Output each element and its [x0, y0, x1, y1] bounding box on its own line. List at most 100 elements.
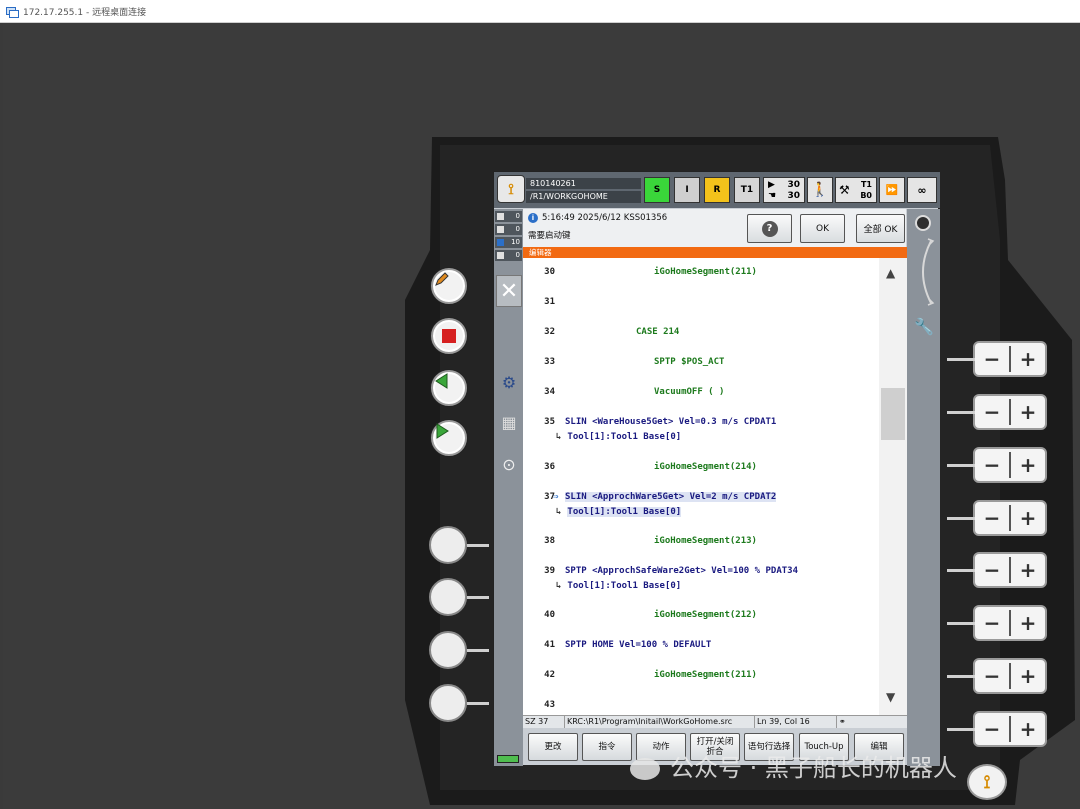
- softkey-motion[interactable]: 动作: [636, 733, 686, 761]
- code-line[interactable]: 31: [523, 297, 879, 311]
- softkey-commands[interactable]: 指令: [582, 733, 632, 761]
- jog-key-jog-override[interactable]: − +: [947, 711, 1047, 747]
- softkey-touch-up[interactable]: Touch-Up: [799, 733, 849, 761]
- code-line[interactable]: 39 SPTP <ApprochSafeWare2Get> Vel=100 % P…: [523, 566, 879, 596]
- jog-mode-status[interactable]: ⏩: [879, 177, 905, 203]
- softkey-fold[interactable]: 打开/关闭 折合: [690, 733, 740, 761]
- jog-key-a[interactable]: − +: [947, 500, 1047, 536]
- plus-icon[interactable]: +: [1011, 608, 1045, 638]
- jog-key-z[interactable]: − +: [947, 447, 1047, 483]
- line-number: 42: [544, 670, 555, 680]
- code-line[interactable]: 36 iGoHomeSegment(214): [523, 462, 879, 476]
- plus-icon[interactable]: +: [1011, 661, 1045, 691]
- code-line[interactable]: 30 iGoHomeSegment(211): [523, 267, 879, 281]
- tool-icon: ⚒: [839, 183, 850, 197]
- override-status[interactable]: ▶ ☚ 30 30: [763, 177, 805, 203]
- continuation-icon: ↳: [556, 432, 562, 442]
- jog-override: 30: [787, 191, 800, 201]
- close-icon: ✕: [499, 278, 519, 304]
- navigator-button[interactable]: ⚙: [496, 369, 522, 395]
- jog-key-c[interactable]: − +: [947, 605, 1047, 641]
- line-code: iGoHomeSegment(211): [654, 670, 757, 680]
- jog-arc-icon: [922, 238, 935, 306]
- code-line[interactable]: 40 iGoHomeSegment(212): [523, 610, 879, 624]
- run-mode-status[interactable]: 🚶: [807, 177, 833, 203]
- user-group-button[interactable]: ⊙: [496, 451, 522, 477]
- user-key-1[interactable]: [429, 526, 489, 564]
- code-line[interactable]: 38 iGoHomeSegment(213): [523, 536, 879, 550]
- tool-base-status[interactable]: ⚒ T1 B0: [835, 177, 877, 203]
- robot-arm-icon: ⟟: [508, 180, 514, 198]
- jog-key-override[interactable]: − +: [947, 658, 1047, 694]
- line-number: 36: [544, 462, 555, 472]
- wait-message-counter[interactable]: 0: [495, 250, 522, 261]
- scroll-up-icon[interactable]: ▲: [886, 266, 895, 280]
- minus-icon[interactable]: −: [975, 714, 1009, 744]
- minus-icon[interactable]: −: [975, 344, 1009, 374]
- all-ok-button[interactable]: 全部 OK: [856, 214, 905, 243]
- code-line[interactable]: 33 SPTP $POS_ACT: [523, 357, 879, 371]
- softkey-edit[interactable]: 编辑: [854, 733, 904, 761]
- walking-person-icon: 🚶: [811, 182, 829, 198]
- file-path: KRC:\R1\Program\Initail\WorkGoHome.src: [565, 716, 755, 728]
- minus-icon[interactable]: −: [975, 397, 1009, 427]
- increment-status[interactable]: ∞: [907, 177, 937, 203]
- line-number: 31: [544, 297, 555, 307]
- plus-icon[interactable]: +: [1011, 503, 1045, 533]
- state-message-counter[interactable]: 0: [495, 224, 522, 235]
- code-line[interactable]: 32 CASE 214: [523, 327, 879, 341]
- link-icon: ⚭: [839, 717, 846, 726]
- softkey-bar: 更改 指令 动作 打开/关闭 折合 语句行选择 Touch-Up 编辑: [523, 729, 907, 765]
- start-forward-button[interactable]: [431, 420, 467, 456]
- editor-scrollbar[interactable]: ▲ ▼: [879, 258, 907, 715]
- plus-icon[interactable]: +: [1011, 450, 1045, 480]
- info-message-counter[interactable]: 10: [495, 237, 522, 248]
- code-line[interactable]: 43: [523, 700, 879, 714]
- code-line[interactable]: 34 VacuumOFF ( ): [523, 387, 879, 401]
- ok-button[interactable]: OK: [800, 214, 845, 243]
- submit-interpreter-status[interactable]: S: [644, 177, 670, 203]
- plus-icon[interactable]: +: [1011, 555, 1045, 585]
- minus-icon[interactable]: −: [975, 661, 1009, 691]
- code-editor[interactable]: 30 iGoHomeSegment(211) 31 32 CASE 214 33 SPTP …: [523, 258, 879, 715]
- jog-key-x[interactable]: − +: [947, 341, 1047, 377]
- plus-icon[interactable]: +: [1011, 714, 1045, 744]
- softkey-change[interactable]: 更改: [528, 733, 578, 761]
- close-editor-button[interactable]: ✕: [496, 275, 522, 307]
- jog-key-b[interactable]: − +: [947, 552, 1047, 588]
- plus-icon[interactable]: +: [1011, 344, 1045, 374]
- user-key-2[interactable]: [429, 578, 489, 616]
- robot-interpreter-status[interactable]: R: [704, 177, 730, 203]
- line-code: CASE 214: [636, 327, 680, 337]
- scroll-down-icon[interactable]: ▼: [886, 690, 895, 704]
- operating-mode-status[interactable]: T1: [734, 177, 760, 203]
- stop-button[interactable]: [431, 318, 467, 354]
- code-line[interactable]: 42 iGoHomeSegment(211): [523, 670, 879, 684]
- main-menu-button[interactable]: ⟟: [497, 175, 525, 203]
- minus-icon[interactable]: −: [975, 555, 1009, 585]
- drives-status[interactable]: I: [674, 177, 700, 203]
- jog-key-y[interactable]: − +: [947, 394, 1047, 430]
- edit-pen-button[interactable]: [431, 268, 467, 304]
- softkey-line-select[interactable]: 语句行选择: [744, 733, 794, 761]
- minus-icon[interactable]: −: [975, 608, 1009, 638]
- program-path[interactable]: /R1/WORKGOHOME: [526, 191, 641, 203]
- info-icon: [497, 239, 504, 246]
- variable-view-button[interactable]: ▦: [496, 409, 522, 435]
- code-line[interactable]: 41 SPTP HOME Vel=100 % DEFAULT: [523, 640, 879, 654]
- line-number: 33: [544, 357, 555, 367]
- start-backward-button[interactable]: [431, 370, 467, 406]
- user-key-3[interactable]: [429, 631, 489, 669]
- code-line[interactable]: 35 SLIN <WareHouse5Get> Vel=0.3 m/s CPDAT…: [523, 417, 879, 447]
- wrench-icon[interactable]: 🔧: [914, 317, 934, 336]
- line-frame-info: Tool[1]:Tool1 Base[0]: [567, 581, 682, 591]
- minus-icon[interactable]: −: [975, 450, 1009, 480]
- help-button[interactable]: ?: [747, 214, 792, 243]
- user-key-4[interactable]: [429, 684, 489, 722]
- minus-icon[interactable]: −: [975, 503, 1009, 533]
- code-line-current[interactable]: 37 ⇒ SLIN <ApprochWare5Get> Vel=2 m/s CPDA…: [523, 492, 879, 522]
- plus-icon[interactable]: +: [1011, 397, 1045, 427]
- globe-icon[interactable]: [915, 215, 931, 231]
- scroll-thumb[interactable]: [881, 388, 905, 440]
- ack-message-counter[interactable]: 0: [495, 211, 522, 222]
